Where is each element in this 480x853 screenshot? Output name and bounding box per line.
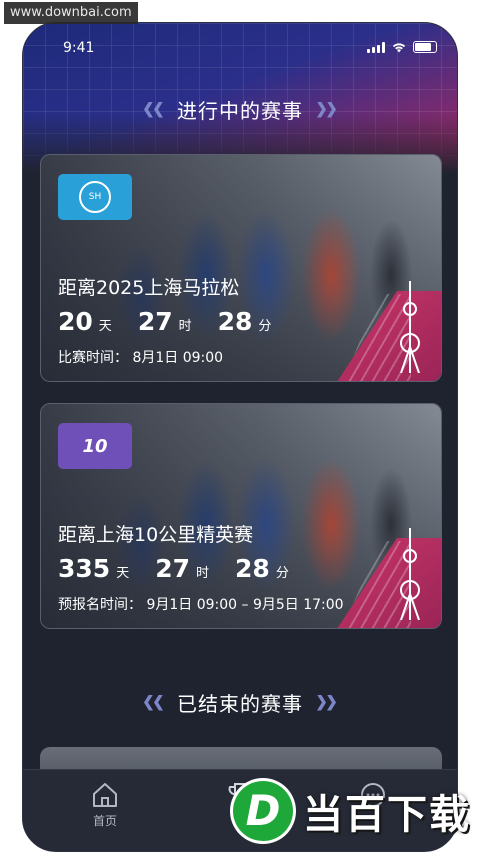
- watermark-logo: D: [233, 780, 293, 841]
- pearl-tower-icon: [400, 528, 420, 620]
- chevron-right-decor-icon: [317, 101, 336, 118]
- chevron-left-decor-icon: [144, 102, 163, 118]
- countdown-days: 20: [58, 307, 93, 336]
- shanghai-10k-logo: 10: [58, 423, 132, 469]
- ongoing-section-header: 进行中的赛事: [23, 95, 457, 124]
- race-time: 比赛时间： 8月1日 09:00: [58, 350, 224, 366]
- race-card-shanghai-marathon[interactable]: SH 距离2025上海马拉松 20 天 27 时 28 分 比赛时间： 8月1日…: [40, 154, 442, 382]
- chevron-right-decor-icon: [317, 694, 336, 711]
- shanghai-marathon-logo: SH: [58, 174, 132, 220]
- countdown-hours: 27: [137, 307, 173, 336]
- watermark-text: 当百下载: [303, 791, 471, 838]
- pearl-tower-icon: [400, 281, 420, 373]
- countdown-days: 335: [58, 554, 111, 583]
- phone-screen: 9:41 进行中的赛事 SH 距离2025上海马拉松 20 天 27 时 28 …: [22, 22, 458, 852]
- chevron-left-decor-icon: [144, 695, 163, 711]
- tab-home-label: 首页: [92, 814, 117, 828]
- download-site-watermark: D 当百下载: [225, 768, 480, 853]
- countdown-minutes: 28: [235, 554, 270, 583]
- race-card-shanghai-10k[interactable]: 10 距离上海10公里精英赛 335 天 27 时 28 分 预报名时间： 9月…: [40, 403, 442, 629]
- status-bar: 9:41: [23, 23, 457, 71]
- status-icons: [367, 41, 437, 53]
- race-countdown: 20 天 27 时 28 分: [58, 307, 272, 336]
- status-time: 9:41: [63, 40, 95, 56]
- race-name: 距离上海10公里精英赛: [58, 524, 254, 546]
- finished-section-header: 已结束的赛事: [23, 688, 457, 717]
- countdown-minutes: 28: [217, 307, 253, 336]
- countdown-hours: 27: [155, 554, 190, 583]
- wifi-icon: [392, 43, 406, 53]
- pre-registration-time: 预报名时间： 9月1日 09:00 – 9月5日 17:00: [58, 597, 344, 613]
- race-name: 距离2025上海马拉松: [58, 277, 240, 299]
- site-watermark: www.downbai.com: [4, 2, 138, 24]
- finished-section-title: 已结束的赛事: [177, 692, 303, 716]
- battery-icon: [413, 41, 437, 53]
- tab-home[interactable]: 首页: [65, 782, 145, 829]
- home-icon: [93, 783, 117, 807]
- cellular-signal-icon: [367, 41, 385, 53]
- race-countdown: 335 天 27 时 28 分: [58, 554, 289, 583]
- ongoing-section-title: 进行中的赛事: [177, 99, 303, 123]
